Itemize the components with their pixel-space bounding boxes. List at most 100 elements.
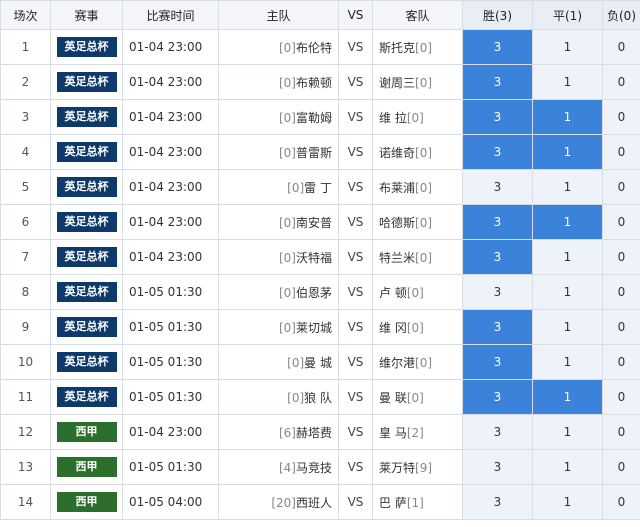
league-badge[interactable]: 英足总杯: [56, 142, 117, 162]
odds-win-option[interactable]: 3: [462, 344, 533, 380]
odds-loss-option[interactable]: 0: [602, 379, 640, 415]
table-row: 5 英足总杯 01-04 23:00 [0]雷 丁 VS 布莱浦[0] 3 1 0: [0, 169, 640, 205]
odds-loss-option[interactable]: 0: [602, 99, 640, 135]
home-team-cell: [0]沃特福: [218, 239, 339, 275]
vs-label: VS: [338, 64, 373, 100]
header-win: 胜(3): [462, 0, 533, 30]
home-team-name: 莱切城: [295, 320, 332, 335]
odds-loss-option[interactable]: 0: [602, 344, 640, 380]
odds-draw-option[interactable]: 1: [532, 309, 603, 345]
away-rank: [1]: [406, 495, 424, 510]
odds-draw-option[interactable]: 1: [532, 274, 603, 310]
home-team-cell: [20]西班人: [218, 484, 339, 520]
odds-draw-option[interactable]: 1: [532, 449, 603, 485]
vs-label: VS: [338, 134, 373, 170]
odds-win-option[interactable]: 3: [462, 239, 533, 275]
odds-loss-option[interactable]: 0: [602, 64, 640, 100]
home-rank: [0]: [278, 145, 296, 160]
odds-draw-option[interactable]: 1: [532, 379, 603, 415]
match-time: 01-04 23:00: [122, 29, 219, 65]
away-team-name: 皇 马: [379, 425, 407, 440]
odds-loss-option[interactable]: 0: [602, 169, 640, 205]
odds-win-option[interactable]: 3: [462, 29, 533, 65]
table-row: 2 英足总杯 01-04 23:00 [0]布赖顿 VS 谢周三[0] 3 1 0: [0, 64, 640, 100]
match-time: 01-05 04:00: [122, 484, 219, 520]
vs-label: VS: [338, 414, 373, 450]
home-team-name: 沃特福: [295, 250, 332, 265]
league-badge[interactable]: 英足总杯: [56, 352, 117, 372]
league-badge[interactable]: 英足总杯: [56, 212, 117, 232]
away-team-cell: 维尔港[0]: [372, 344, 463, 380]
odds-draw-option[interactable]: 1: [532, 239, 603, 275]
league-cell: 西甲: [50, 449, 123, 485]
away-team-cell: 斯托克[0]: [372, 29, 463, 65]
league-badge[interactable]: 英足总杯: [56, 107, 117, 127]
table-row: 11 英足总杯 01-05 01:30 [0]狼 队 VS 曼 联[0] 3 1 0: [0, 379, 640, 415]
table-row: 9 英足总杯 01-05 01:30 [0]莱切城 VS 维 冈[0] 3 1 0: [0, 309, 640, 345]
odds-win-option[interactable]: 3: [462, 414, 533, 450]
league-cell: 英足总杯: [50, 379, 123, 415]
header-index: 场次: [0, 0, 51, 30]
home-team-name: 布伦特: [295, 40, 332, 55]
odds-loss-option[interactable]: 0: [602, 29, 640, 65]
odds-loss-option[interactable]: 0: [602, 134, 640, 170]
odds-win-option[interactable]: 3: [462, 169, 533, 205]
league-badge[interactable]: 英足总杯: [56, 282, 117, 302]
odds-win-option[interactable]: 3: [462, 99, 533, 135]
header-time: 比赛时间: [122, 0, 219, 30]
odds-loss-option[interactable]: 0: [602, 414, 640, 450]
odds-draw-option[interactable]: 1: [532, 169, 603, 205]
odds-win-option[interactable]: 3: [462, 134, 533, 170]
match-index: 4: [0, 134, 51, 170]
odds-draw-option[interactable]: 1: [532, 64, 603, 100]
home-team-cell: [0]莱切城: [218, 309, 339, 345]
league-badge[interactable]: 英足总杯: [56, 317, 117, 337]
match-time: 01-04 23:00: [122, 239, 219, 275]
home-team-name: 伯恩茅: [295, 285, 332, 300]
odds-loss-option[interactable]: 0: [602, 274, 640, 310]
home-team-cell: [0]富勒姆: [218, 99, 339, 135]
away-team-cell: 哈德斯[0]: [372, 204, 463, 240]
odds-win-option[interactable]: 3: [462, 204, 533, 240]
league-badge[interactable]: 西甲: [56, 457, 117, 477]
match-index: 9: [0, 309, 51, 345]
vs-label: VS: [338, 379, 373, 415]
odds-win-option[interactable]: 3: [462, 309, 533, 345]
odds-loss-option[interactable]: 0: [602, 239, 640, 275]
odds-win-option[interactable]: 3: [462, 274, 533, 310]
odds-draw-option[interactable]: 1: [532, 344, 603, 380]
odds-loss-option[interactable]: 0: [602, 484, 640, 520]
league-badge[interactable]: 英足总杯: [56, 72, 117, 92]
odds-win-option[interactable]: 3: [462, 484, 533, 520]
league-badge[interactable]: 英足总杯: [56, 247, 117, 267]
odds-win-option[interactable]: 3: [462, 449, 533, 485]
odds-draw-option[interactable]: 1: [532, 484, 603, 520]
home-rank: [0]: [287, 390, 305, 405]
odds-draw-option[interactable]: 1: [532, 414, 603, 450]
odds-draw-option[interactable]: 1: [532, 29, 603, 65]
home-team-name: 雷 丁: [304, 180, 332, 195]
league-badge[interactable]: 西甲: [56, 422, 117, 442]
match-index: 7: [0, 239, 51, 275]
match-index: 11: [0, 379, 51, 415]
odds-loss-option[interactable]: 0: [602, 204, 640, 240]
away-team-name: 莱万特: [379, 460, 416, 475]
odds-draw-option[interactable]: 1: [532, 204, 603, 240]
odds-loss-option[interactable]: 0: [602, 309, 640, 345]
vs-label: VS: [338, 484, 373, 520]
vs-label: VS: [338, 99, 373, 135]
odds-win-option[interactable]: 3: [462, 64, 533, 100]
away-team-cell: 维 拉[0]: [372, 99, 463, 135]
away-rank: [0]: [415, 40, 433, 55]
odds-loss-option[interactable]: 0: [602, 449, 640, 485]
home-rank: [0]: [278, 40, 296, 55]
odds-draw-option[interactable]: 1: [532, 99, 603, 135]
league-badge[interactable]: 英足总杯: [56, 177, 117, 197]
home-team-name: 富勒姆: [295, 110, 332, 125]
league-badge[interactable]: 英足总杯: [56, 37, 117, 57]
league-badge[interactable]: 西甲: [56, 492, 117, 512]
league-badge[interactable]: 英足总杯: [56, 387, 117, 407]
odds-win-option[interactable]: 3: [462, 379, 533, 415]
away-team-cell: 皇 马[2]: [372, 414, 463, 450]
odds-draw-option[interactable]: 1: [532, 134, 603, 170]
